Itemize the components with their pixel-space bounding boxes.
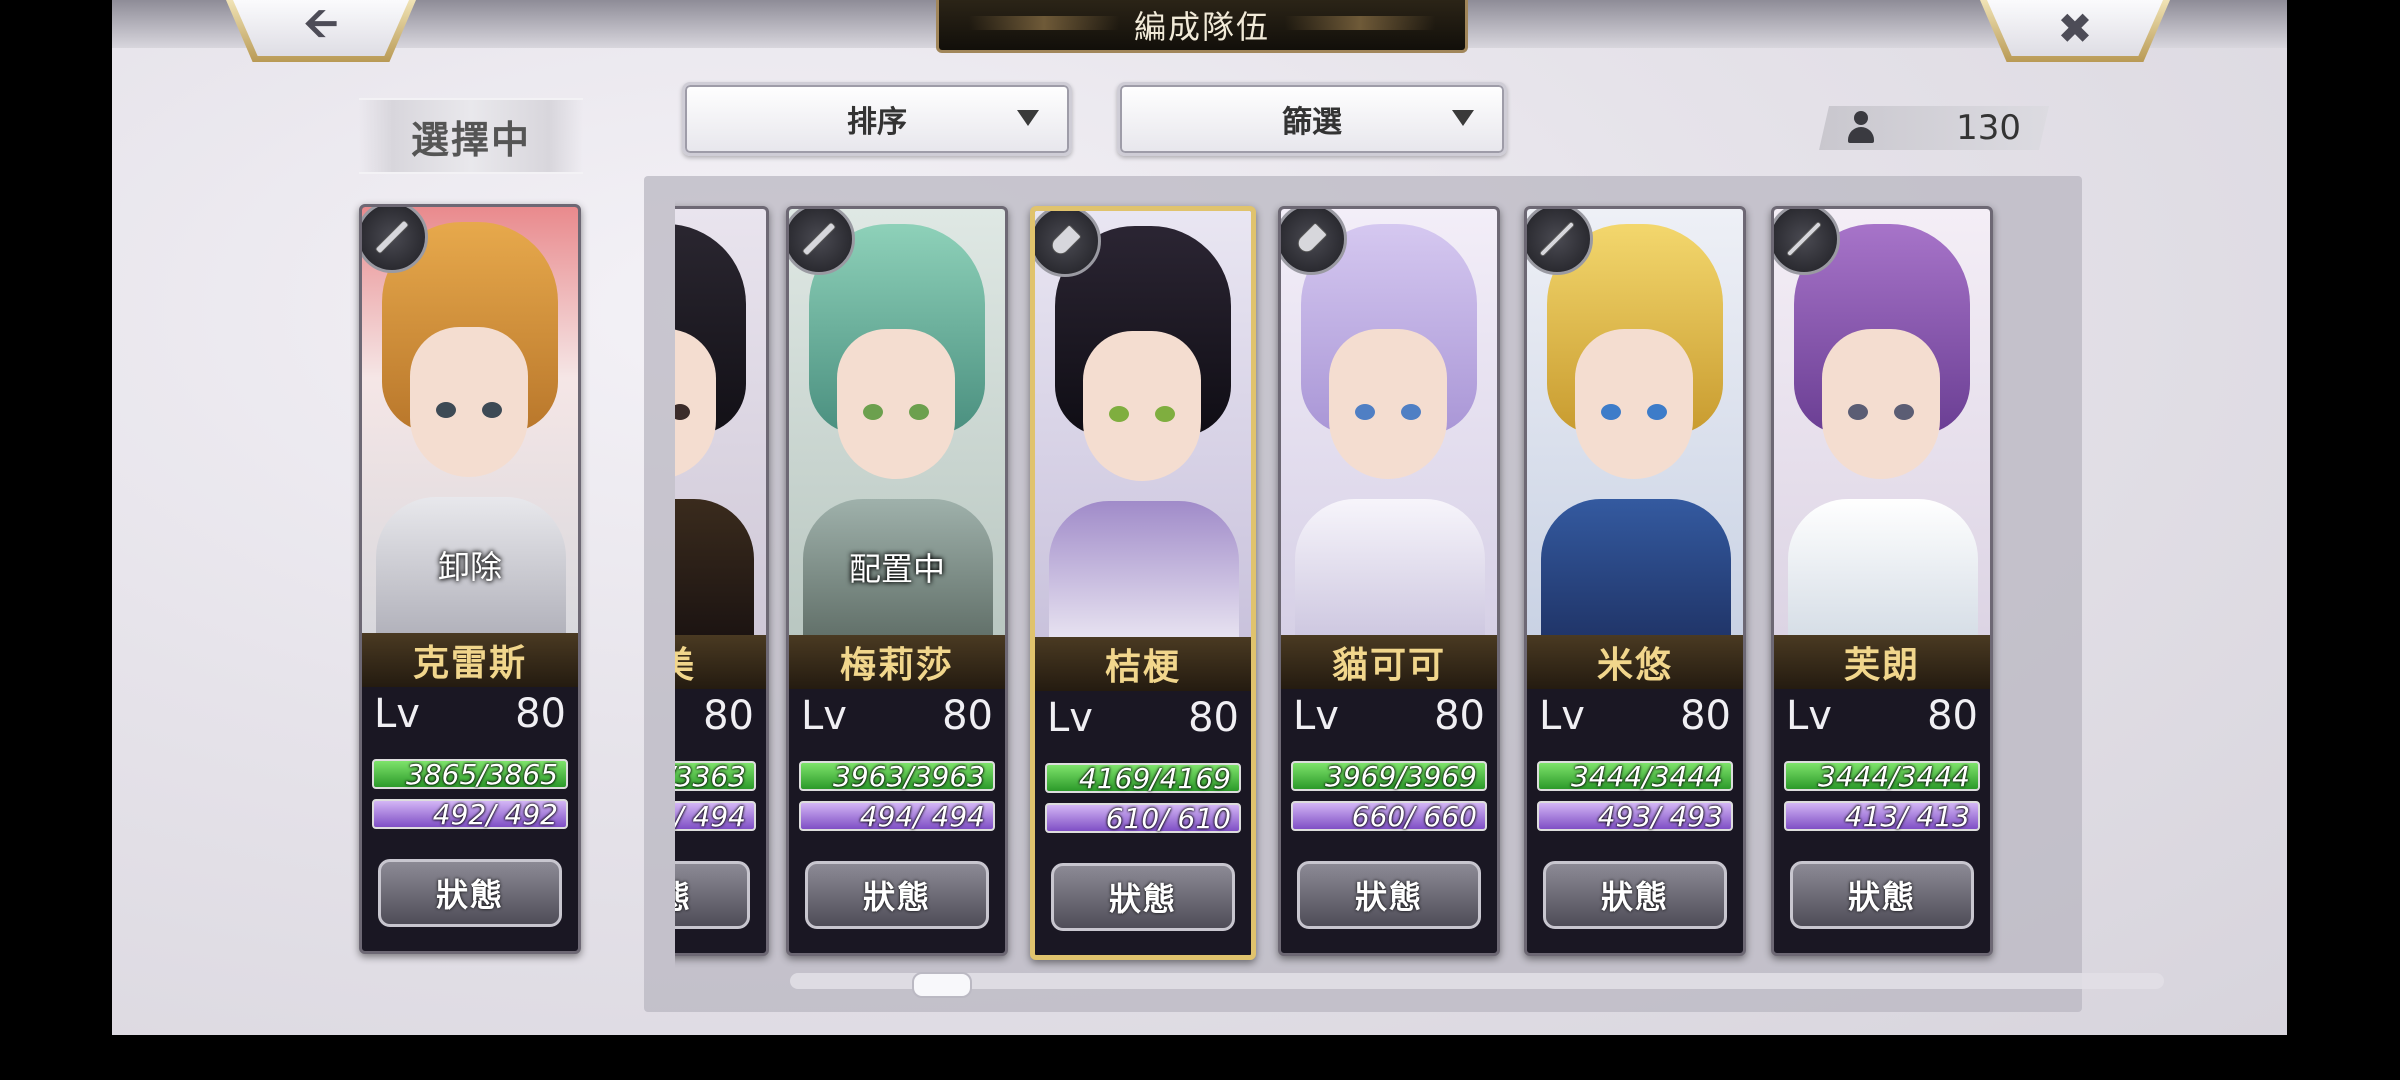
status-button[interactable]: 狀態 (1543, 861, 1727, 929)
level-value: 80 (703, 693, 754, 739)
hp-bar: 3444/3444 (1784, 759, 1980, 793)
back-button[interactable]: 🡨 (226, 0, 416, 62)
mp-bar: 413/ 413 (1784, 799, 1980, 833)
hp-value: 3/3363 (675, 759, 746, 793)
close-x-icon: ✖ (2057, 3, 2093, 53)
lv-label: Lv (801, 693, 847, 739)
hp-bar: 3865/3865 (372, 757, 568, 791)
hp-value: 3969/3969 (1325, 759, 1477, 793)
chevron-down-icon (1017, 110, 1039, 126)
mp-bar: 494/ 494 (799, 799, 995, 833)
level-row: Lv 80 (1293, 689, 1485, 743)
mp-value: 4/ 494 (675, 799, 746, 833)
character-card[interactable]: 配置中 梅莉莎 Lv 80 3963/3963 494/ 494 狀態 (786, 206, 1008, 956)
level-value: 80 (1434, 693, 1485, 739)
mp-bar: 4/ 494 (675, 799, 756, 833)
unit-count-box: 130 (1819, 106, 2049, 150)
mp-value: 610/ 610 (1105, 801, 1231, 835)
level-row: Lv 80 (1047, 691, 1239, 745)
level-row: Lv 80 (1539, 689, 1731, 743)
level-value: 80 (942, 693, 993, 739)
character-card-selected[interactable]: 桔梗 Lv 80 4169/4169 610/ 610 狀態 (1030, 206, 1256, 960)
scrollbar-thumb[interactable] (912, 972, 972, 998)
character-name: 佐美 (675, 635, 766, 689)
status-button[interactable]: 狀態 (805, 861, 989, 929)
mp-value: 660/ 660 (1351, 799, 1477, 833)
character-card[interactable]: 貓可可 Lv 80 3969/3969 660/ 660 狀態 (1278, 206, 1500, 956)
hp-bar: 3969/3969 (1291, 759, 1487, 793)
lv-label: Lv (1786, 693, 1832, 739)
mp-value: 492/ 492 (432, 797, 558, 831)
person-icon (1847, 111, 1875, 145)
mp-bar: 492/ 492 (372, 797, 568, 831)
mp-value: 413/ 413 (1844, 799, 1970, 833)
lv-label: Lv (1539, 693, 1585, 739)
status-button[interactable]: 狀態 (1790, 861, 1974, 929)
level-value: 80 (1188, 695, 1239, 741)
level-value: 80 (515, 691, 566, 737)
mp-bar: 493/ 493 (1537, 799, 1733, 833)
hp-value: 3444/3444 (1571, 759, 1723, 793)
hp-bar: 3/3363 (675, 759, 756, 793)
mp-value: 493/ 493 (1597, 799, 1723, 833)
level-row: Lv 80 (675, 689, 754, 743)
selected-character-card[interactable]: 卸除 克雷斯 Lv 80 3865/3865 492/ 492 狀態 (359, 204, 581, 954)
mp-value: 494/ 494 (859, 799, 985, 833)
character-card[interactable]: 佐美 Lv 80 3/3363 4/ 494 狀態 (675, 206, 769, 956)
character-card[interactable]: 米悠 Lv 80 3444/3444 493/ 493 狀態 (1524, 206, 1746, 956)
character-name: 克雷斯 (362, 633, 578, 687)
character-name: 貓可可 (1281, 635, 1497, 689)
character-portrait (675, 209, 766, 637)
close-button[interactable]: ✖ (1980, 0, 2170, 62)
hp-value: 3963/3963 (833, 759, 985, 793)
game-screen: 🡨 編成隊伍 ✖ 排序 篩選 130 選擇中 卸除 克雷斯 Lv 80 3865… (112, 0, 2287, 1035)
hp-value: 3444/3444 (1818, 759, 1970, 793)
page-title: 編成隊伍 (1133, 8, 1270, 46)
status-button[interactable]: 狀態 (1051, 863, 1235, 931)
level-row: Lv 80 (1786, 689, 1978, 743)
character-name: 梅莉莎 (789, 635, 1005, 689)
status-button[interactable]: 狀態 (378, 859, 562, 927)
character-name: 芙朗 (1774, 635, 1990, 689)
hp-bar: 4169/4169 (1045, 761, 1241, 795)
hp-bar: 3444/3444 (1537, 759, 1733, 793)
sort-label: 排序 (847, 105, 907, 140)
level-row: Lv 80 (374, 687, 566, 741)
lv-label: Lv (374, 691, 420, 737)
level-value: 80 (1680, 693, 1731, 739)
remove-overlay-label[interactable]: 卸除 (362, 542, 578, 588)
character-card[interactable]: 芙朗 Lv 80 3444/3444 413/ 413 狀態 (1771, 206, 1993, 956)
left-arrow-icon: 🡨 (303, 0, 339, 47)
lv-label: Lv (1047, 695, 1093, 741)
status-button[interactable]: 狀態 (1297, 861, 1481, 929)
filter-dropdown[interactable]: 篩選 (1117, 82, 1507, 156)
level-value: 80 (1927, 693, 1978, 739)
axe-icon (1035, 211, 1101, 277)
hp-value: 4169/4169 (1079, 761, 1231, 795)
unit-count: 130 (1956, 108, 2021, 148)
character-name: 米悠 (1527, 635, 1743, 689)
selecting-label: 選擇中 (359, 98, 583, 174)
filter-label: 篩選 (1282, 105, 1342, 140)
level-row: Lv 80 (801, 689, 993, 743)
lv-label: Lv (1293, 693, 1339, 739)
page-title-plate: 編成隊伍 (936, 0, 1468, 53)
horizontal-scrollbar[interactable] (790, 973, 2164, 989)
character-name: 桔梗 (1035, 637, 1251, 691)
status-button[interactable]: 狀態 (675, 861, 750, 929)
roster-scroll-area[interactable]: 佐美 Lv 80 3/3363 4/ 494 狀態 配置中 梅莉莎 Lv (675, 196, 2045, 996)
sort-dropdown[interactable]: 排序 (682, 82, 1072, 156)
deployed-overlay-label: 配置中 (848, 550, 945, 588)
mp-bar: 610/ 610 (1045, 801, 1241, 835)
chevron-down-icon (1452, 110, 1474, 126)
hp-value: 3865/3865 (406, 757, 558, 791)
mp-bar: 660/ 660 (1291, 799, 1487, 833)
hp-bar: 3963/3963 (799, 759, 995, 793)
